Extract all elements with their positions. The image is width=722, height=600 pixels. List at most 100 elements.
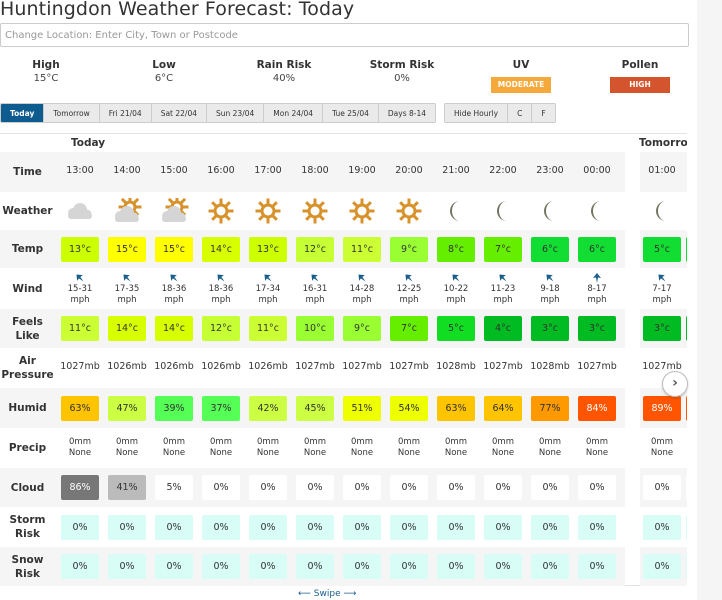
- tab-mon-24-04[interactable]: Mon 24/04: [264, 104, 324, 122]
- cloud-value: 41%: [108, 475, 146, 500]
- time-cell: 00:00: [583, 165, 611, 176]
- tab-today[interactable]: Today: [1, 104, 45, 122]
- wind-speed-unit: mph: [399, 295, 419, 305]
- wind-speed-unit: mph: [258, 295, 278, 305]
- humid-value: 89%: [643, 395, 681, 421]
- summary-pollen: Pollen HIGH: [585, 58, 695, 93]
- scroll-right-button[interactable]: ›: [662, 371, 688, 397]
- wind-speed-range: 10-22: [443, 284, 469, 294]
- precip-amount: 0mm: [116, 437, 138, 447]
- row-pressure: Air Pressure 1027mb 1026mb 1026mb 1026mb 1026m…: [0, 348, 687, 388]
- pressure-value: 1027mb: [389, 361, 429, 372]
- snow-value: 0%: [61, 554, 99, 579]
- snow-value: 0%: [202, 554, 240, 579]
- row-label-time: Time: [13, 166, 42, 178]
- page-scroll-gutter: [697, 0, 722, 600]
- row-label-snow: Snow Risk: [11, 553, 44, 580]
- wind-cell: 9-18 mph: [531, 272, 569, 306]
- wind-speed-unit: mph: [117, 295, 137, 305]
- feels-like-value: 14°c: [108, 316, 146, 341]
- summary-storm-risk-value: 0%: [394, 73, 410, 84]
- summary-storm-risk-label: Storm Risk: [369, 59, 435, 71]
- snow-value: 0%: [437, 554, 475, 579]
- time-cell: 19:00: [348, 165, 376, 176]
- wind-cell: 16-31 mph: [296, 272, 334, 306]
- sun-icon: [347, 198, 377, 224]
- wind-direction-icon: [531, 272, 569, 284]
- wind-cell: 8-17 mph: [578, 272, 616, 306]
- precip-type: None: [256, 448, 280, 458]
- precip-cell: 0mm None: [202, 437, 240, 459]
- precip-type: None: [538, 448, 562, 458]
- tab-sun-23-04[interactable]: Sun 23/04: [207, 104, 265, 122]
- storm-value: 0%: [61, 514, 99, 540]
- cloud-value: 0%: [390, 475, 428, 500]
- sun-icon: [253, 198, 283, 224]
- precip-amount: 0mm: [210, 437, 232, 447]
- cloud-value: 0%: [202, 475, 240, 500]
- storm-value: 0%: [531, 514, 569, 540]
- humid-value: 45%: [296, 395, 334, 421]
- tab-days-8-14[interactable]: Days 8-14: [378, 104, 436, 122]
- option-hide-hourly[interactable]: Hide Hourly: [445, 104, 509, 122]
- sun-icon: [394, 198, 424, 224]
- moon-icon: [647, 198, 677, 224]
- next-column-peek: [686, 236, 687, 262]
- wind-speed-unit: mph: [352, 295, 372, 305]
- summary-high-value: 15°C: [33, 73, 59, 84]
- precip-cell: 0mm None: [61, 437, 99, 459]
- time-cell: 13:00: [66, 165, 94, 176]
- pressure-value: 1026mb: [248, 361, 288, 372]
- row-label-wind: Wind: [12, 282, 43, 295]
- moon-icon: [535, 198, 565, 224]
- snow-value: 0%: [390, 554, 428, 579]
- day-summary: High 15°C Low 6°C Rain Risk 40% Storm Ri…: [0, 58, 697, 93]
- summary-uv-label: UV: [512, 59, 530, 71]
- tab-fri-21-04[interactable]: Fri 21/04: [99, 104, 152, 122]
- tab-tue-25-04[interactable]: Tue 25/04: [323, 104, 379, 122]
- time-cell: 01:00: [648, 165, 676, 176]
- row-label-storm: Storm Risk: [9, 514, 46, 540]
- precip-cell: 0mm None: [155, 437, 193, 459]
- feels-like-value: 11°c: [61, 316, 99, 341]
- temp-value: 7°c: [484, 236, 522, 262]
- row-label-humid: Humid: [8, 402, 47, 414]
- moon-icon: [488, 198, 518, 224]
- precip-cell: 0mm None: [484, 437, 522, 459]
- cloud-value: 0%: [484, 475, 522, 500]
- precip-amount: 0mm: [651, 437, 673, 447]
- feels-like-value: 9°c: [343, 316, 381, 341]
- precip-type: None: [209, 448, 233, 458]
- wind-speed-range: 9-18: [540, 284, 560, 294]
- feels-like-value: 5°c: [437, 316, 475, 341]
- precip-amount: 0mm: [398, 437, 420, 447]
- option-f[interactable]: F: [532, 104, 555, 122]
- wind-speed-range: 11-23: [490, 284, 516, 294]
- tab-tomorrow[interactable]: Tomorrow: [44, 104, 100, 122]
- summary-low-label: Low: [152, 59, 176, 71]
- summary-rain-risk-label: Rain Risk: [256, 59, 312, 71]
- summary-uv: UV MODERATE: [466, 58, 576, 93]
- snow-value: 0%: [531, 554, 569, 579]
- option-c[interactable]: C: [508, 104, 533, 122]
- summary-high: High 15°C: [0, 58, 101, 86]
- wind-direction-icon: [202, 272, 240, 284]
- humid-value: 63%: [437, 395, 475, 421]
- row-humid: Humid 63% 47% 39% 37% 42% 45% 51% 54% 63% 64% 77% 84…: [0, 388, 687, 428]
- next-column-peek: [686, 395, 687, 421]
- precip-type: None: [491, 448, 515, 458]
- snow-value: 0%: [643, 554, 681, 579]
- hourly-forecast-table[interactable]: Today Tomorrow Time 13:00 14:00 15:00 16:00 1…: [0, 133, 687, 586]
- tab-sat-22-04[interactable]: Sat 22/04: [151, 104, 207, 122]
- location-search-input[interactable]: [0, 23, 689, 47]
- cloud-value: 0%: [531, 475, 569, 500]
- storm-value: 0%: [484, 514, 522, 540]
- precip-amount: 0mm: [445, 437, 467, 447]
- feels-like-value: 4°c: [484, 316, 522, 341]
- precip-cell: 0mm None: [343, 437, 381, 459]
- feels-like-value: 3°c: [578, 316, 616, 341]
- sun-cloud-icon: [112, 195, 142, 224]
- summary-low: Low 6°C: [109, 58, 219, 86]
- summary-rain-risk: Rain Risk 40%: [229, 58, 339, 86]
- wind-direction-icon: [437, 272, 475, 284]
